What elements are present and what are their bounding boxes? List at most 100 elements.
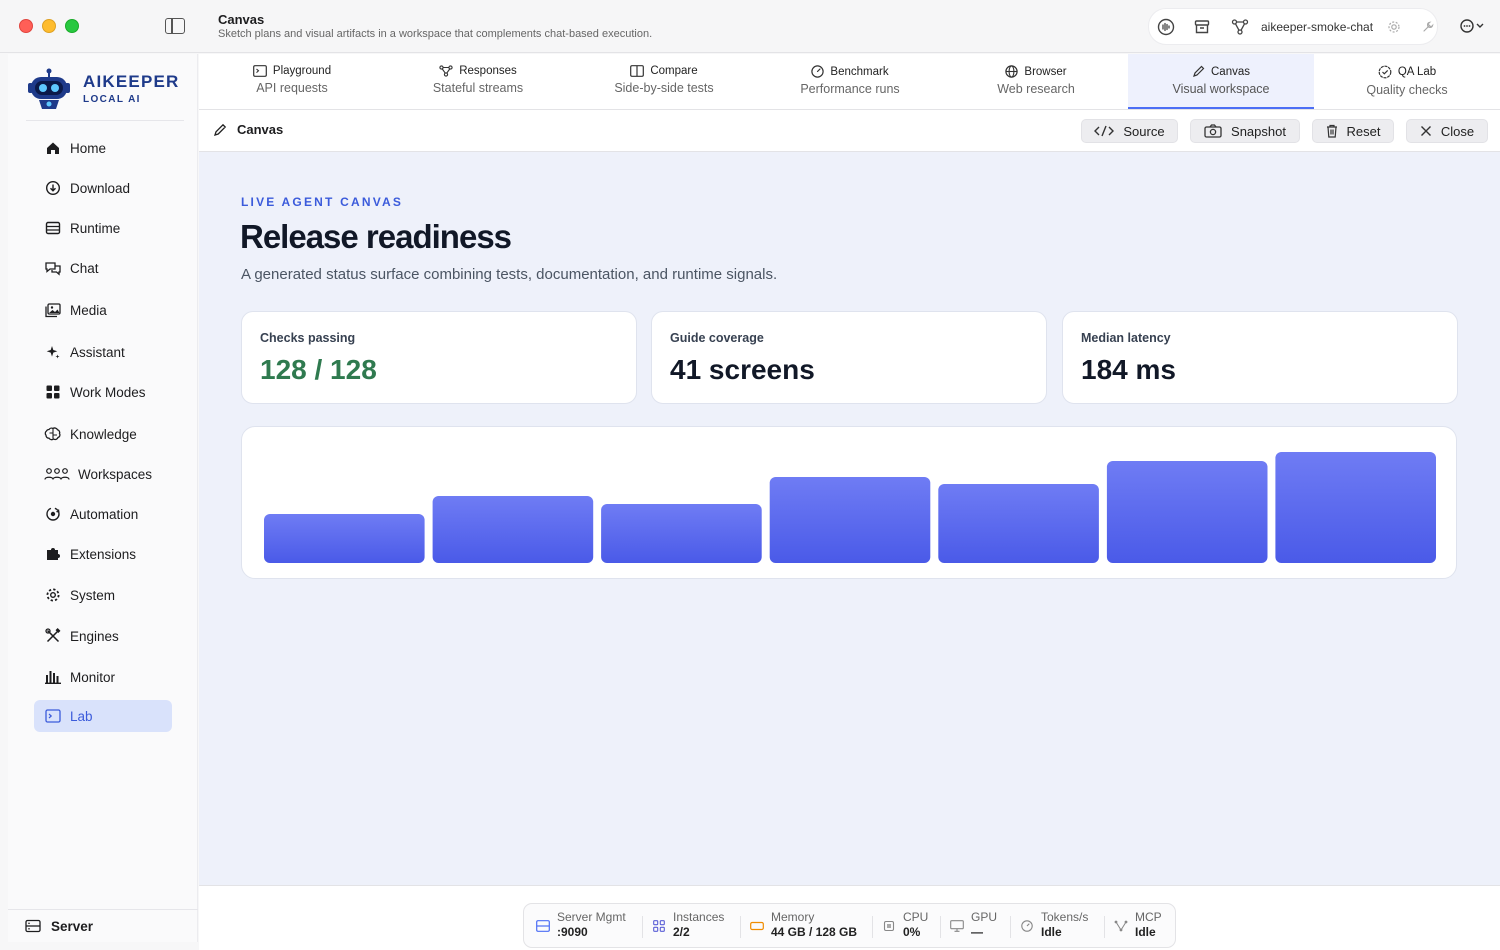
tab-title: Compare (650, 65, 698, 77)
sidebar-item-extensions[interactable]: Extensions (34, 538, 172, 570)
status-label: Tokens/s (1041, 910, 1089, 924)
tab-subtitle: Side-by-side tests (614, 81, 714, 95)
chart-bar (769, 477, 931, 563)
status-gpu[interactable]: GPU — (950, 910, 997, 942)
close-canvas-button[interactable]: Close (1406, 119, 1488, 143)
terminal-icon (44, 707, 62, 725)
badge-check-icon (1378, 65, 1392, 79)
tab-browser[interactable]: Browser Web research (943, 54, 1129, 109)
tab-canvas[interactable]: Canvas Visual workspace (1128, 54, 1314, 109)
sidebar-item-label: Monitor (70, 669, 116, 685)
download-icon (44, 179, 62, 197)
tab-qa-lab[interactable]: QA Lab Quality checks (1314, 54, 1500, 109)
tab-subtitle: Performance runs (800, 82, 900, 96)
status-mcp[interactable]: MCP Idle (1114, 910, 1162, 942)
gauge-icon (1020, 919, 1034, 933)
sidebar-item-work-modes[interactable]: Work Modes (34, 376, 172, 408)
status-label: Server Mgmt (557, 910, 626, 924)
sidebar-item-label: Workspaces (78, 466, 153, 482)
sidebar-item-label: Work Modes (70, 384, 146, 400)
status-label: CPU (903, 910, 929, 924)
chart-bar (1275, 452, 1436, 563)
more-menu-button[interactable] (1458, 16, 1486, 36)
sidebar: AIKEEPER LOCAL AI Home Download Runtime … (8, 54, 198, 942)
code-icon (1094, 125, 1115, 137)
sidebar-item-home[interactable]: Home (34, 132, 172, 164)
network-icon (439, 65, 453, 77)
chart-bar (601, 504, 762, 563)
sidebar-item-label: Lab (70, 708, 93, 724)
sidebar-item-engines[interactable]: Engines (34, 620, 172, 652)
sidebar-item-assistant[interactable]: Assistant (34, 336, 172, 368)
reset-button[interactable]: Reset (1312, 119, 1394, 143)
stat-card: Checks passing 128 / 128 (241, 311, 637, 404)
model-selector[interactable]: aikeeper-smoke-chat (1261, 20, 1373, 34)
terminal-icon (253, 65, 267, 77)
tab-compare[interactable]: Compare Side-by-side tests (571, 54, 757, 109)
trash-icon (1326, 124, 1337, 138)
aikeeper-logo-icon (28, 68, 70, 109)
brand: AIKEEPER LOCAL AI (26, 66, 186, 116)
sidebar-toggle-icon[interactable] (165, 18, 185, 34)
status-instances[interactable]: Instances 2/2 (652, 910, 724, 942)
status-label: GPU (971, 910, 998, 924)
divider (940, 916, 941, 938)
sidebar-item-media[interactable]: Media (34, 294, 172, 326)
sidebar-item-system[interactable]: System (34, 579, 172, 611)
snapshot-button[interactable]: Snapshot (1190, 119, 1300, 143)
automation-icon (44, 505, 62, 523)
sidebar-item-workspaces[interactable]: Workspaces (34, 458, 172, 490)
model-settings-icon[interactable] (1385, 18, 1403, 36)
server-icon (536, 919, 550, 933)
tab-title: Playground (272, 65, 332, 77)
stat-card: Guide coverage 41 screens (651, 311, 1047, 404)
window-title: Canvas (218, 12, 265, 27)
voice-icon[interactable] (1157, 18, 1175, 36)
sidebar-item-automation[interactable]: Automation (34, 498, 172, 530)
canvas-headline: Release readiness (240, 218, 512, 255)
close-window-button[interactable] (19, 19, 33, 33)
tab-benchmark[interactable]: Benchmark Performance runs (757, 54, 943, 109)
bar-chart (264, 452, 1436, 563)
window-subtitle: Sketch plans and visual artifacts in a w… (218, 28, 653, 40)
tab-playground[interactable]: Playground API requests (199, 54, 385, 109)
divider (26, 120, 184, 121)
status-value: 0% (903, 925, 921, 939)
stat-value: 41 screens (670, 354, 815, 385)
canvas-header: Canvas Source Snapshot Reset Close (199, 110, 1500, 152)
status-value: 2/2 (673, 925, 690, 939)
close-icon (1420, 126, 1431, 136)
minimize-window-button[interactable] (42, 19, 56, 33)
status-tokens[interactable]: Tokens/s Idle (1020, 910, 1088, 942)
archive-icon[interactable] (1193, 18, 1211, 36)
instances-icon (652, 919, 666, 933)
tab-subtitle: Web research (997, 82, 1075, 96)
bottom-strip: Server Mgmt:9090 Instances 2/2 Memory 44 G… (199, 885, 1500, 950)
canvas-header-title: Canvas (213, 122, 283, 137)
wrench-icon[interactable] (1419, 18, 1437, 36)
tab-title: Benchmark (830, 65, 889, 78)
status-value: Idle (1041, 925, 1062, 939)
sidebar-item-runtime[interactable]: Runtime (34, 212, 172, 244)
source-button[interactable]: Source (1081, 119, 1178, 143)
tab-responses[interactable]: Responses Stateful streams (385, 54, 571, 109)
status-memory[interactable]: Memory 44 GB / 128 GB (750, 910, 857, 942)
zoom-window-button[interactable] (65, 19, 79, 33)
stat-label: Median latency (1081, 331, 1171, 345)
canvas-eyebrow: LIVE AGENT CANVAS (241, 195, 404, 209)
sparkle-icon (44, 343, 62, 361)
home-icon (44, 139, 62, 157)
sidebar-item-monitor[interactable]: Monitor (34, 661, 172, 693)
model-graph-icon[interactable] (1231, 18, 1249, 36)
sidebar-item-knowledge[interactable]: Knowledge (34, 418, 172, 450)
divider (1010, 916, 1011, 938)
brush-icon (214, 123, 227, 136)
sidebar-item-lab[interactable]: Lab (34, 700, 172, 732)
sidebar-item-label: System (70, 587, 116, 603)
mcp-icon (1114, 919, 1128, 933)
sidebar-server-button[interactable]: Server (8, 909, 198, 942)
status-cpu[interactable]: CPU 0% (882, 910, 928, 942)
status-server-mgmt[interactable]: Server Mgmt:9090 (536, 910, 626, 942)
sidebar-item-download[interactable]: Download (34, 172, 172, 204)
sidebar-item-chat[interactable]: Chat (34, 252, 172, 284)
